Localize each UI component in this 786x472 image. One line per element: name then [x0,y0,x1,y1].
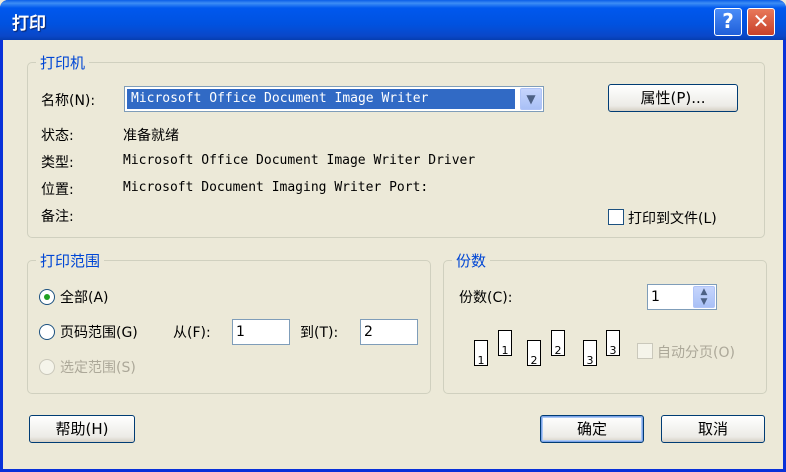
copies-spinner[interactable]: ▲ ▼ [693,286,715,308]
printer-name-label: 名称(N): [41,93,96,109]
to-input[interactable]: 2 [360,319,418,345]
location-label: 位置: [41,182,74,198]
properties-button[interactable]: 属性(P)... [608,84,738,112]
location-value: Microsoft Document Imaging Writer Port: [123,180,429,195]
range-pages-radio[interactable] [39,324,55,340]
print-dialog: 打印 ? ✕ 打印机 名称(N): Microsoft Office Docum… [0,0,786,472]
close-icon[interactable]: ✕ [747,8,775,36]
to-label: 到(T): [300,325,339,341]
range-pages-label[interactable]: 页码范围(G) [60,322,138,342]
status-value: 准备就绪 [123,128,179,144]
print-range-group-title: 打印范围 [36,250,105,271]
collate-page-icon: 3 [606,330,620,357]
from-input[interactable]: 1 [232,319,290,345]
collate-label: 自动分页(O) [657,345,735,361]
status-label: 状态: [41,128,74,144]
ok-button[interactable]: 确定 [540,415,644,443]
print-to-file-label[interactable]: 打印到文件(L) [628,208,717,228]
collate-page-icon: 1 [498,330,512,357]
range-selection-radio [39,359,55,375]
collate-page-icon: 1 [474,340,488,367]
spin-up-icon[interactable]: ▲ [694,287,714,297]
printer-group-title: 打印机 [36,52,90,73]
window-title: 打印 [12,14,46,34]
printer-select[interactable]: Microsoft Office Document Image Writer ▼ [124,86,544,112]
range-selection-label: 选定范围(S) [60,360,136,376]
cancel-button[interactable]: 取消 [661,415,765,443]
help-icon[interactable]: ? [714,8,742,36]
from-label: 从(F): [173,325,211,341]
chevron-down-icon[interactable]: ▼ [520,88,542,110]
type-value: Microsoft Office Document Image Writer D… [123,153,476,168]
range-all-radio[interactable] [39,289,55,305]
copies-group: 份数 [443,250,767,394]
help-button[interactable]: 帮助(H) [29,415,135,443]
range-all-label[interactable]: 全部(A) [60,287,109,307]
collate-page-icon: 2 [527,340,541,367]
comment-label: 备注: [41,209,74,225]
printer-select-value: Microsoft Office Document Image Writer [127,89,515,109]
copies-count-label: 份数(C): [459,290,513,306]
spin-down-icon[interactable]: ▼ [694,297,714,307]
title-bar[interactable]: 打印 ? ✕ [0,0,786,40]
print-to-file-checkbox[interactable] [608,209,624,225]
copies-group-title: 份数 [452,250,491,271]
collate-page-icon: 3 [583,340,597,367]
collate-checkbox [637,343,653,359]
type-label: 类型: [41,155,74,171]
collate-page-icon: 2 [551,330,565,357]
